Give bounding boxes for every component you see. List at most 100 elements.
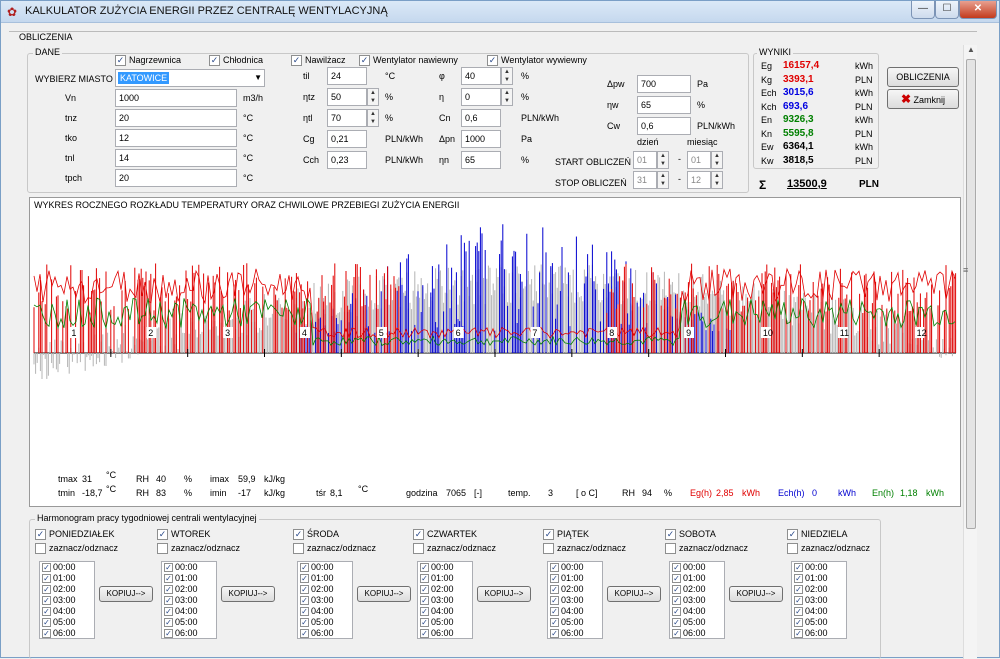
hour-item[interactable]: ✓ 04:00	[162, 606, 216, 617]
hour-item[interactable]: ✓ 05:00	[162, 617, 216, 628]
hour-list-6[interactable]: ✓ 00:00 ✓ 01:00 ✓ 02:00 ✓ 03:00 ✓ 04:00 ✓ 05:00 ✓ 06:…	[791, 561, 847, 639]
stop-day-field[interactable]: 31	[633, 171, 657, 189]
day-toggle-6[interactable]: zaznacz/odznacz	[787, 542, 870, 555]
col1-field-2[interactable]: 12	[115, 129, 237, 147]
nawilzacz-checkbox[interactable]: ✓ Nawilżacz	[291, 54, 346, 67]
hour-list-4[interactable]: ✓ 00:00 ✓ 01:00 ✓ 02:00 ✓ 03:00 ✓ 04:00 ✓ 05:00 ✓ 06:…	[547, 561, 603, 639]
col3-field-4[interactable]: 65	[461, 151, 501, 169]
stop-month-field[interactable]: 12	[687, 171, 711, 189]
hour-item[interactable]: ✓ 04:00	[418, 606, 472, 617]
hour-item[interactable]: ✓ 03:00	[298, 595, 352, 606]
hour-item[interactable]: ✓ 00:00	[792, 562, 846, 573]
hour-item[interactable]: ✓ 02:00	[418, 584, 472, 595]
col1-field-4[interactable]: 20	[115, 169, 237, 187]
nagrzewnica-checkbox[interactable]: ✓ Nagrzewnica	[115, 54, 181, 67]
col3-field-3[interactable]: 1000	[461, 130, 501, 148]
day-checkbox-4[interactable]: ✓ PIĄTEK	[543, 528, 589, 541]
hour-list-0[interactable]: ✓ 00:00 ✓ 01:00 ✓ 02:00 ✓ 03:00 ✓ 04:00 ✓ 05:00 ✓ 06:…	[39, 561, 95, 639]
scrollbar-thumb[interactable]	[966, 59, 976, 529]
hour-item[interactable]: ✓ 01:00	[418, 573, 472, 584]
hour-item[interactable]: ✓ 06:00	[548, 628, 602, 638]
start-month-field[interactable]: 01	[687, 151, 711, 169]
hour-list-3[interactable]: ✓ 00:00 ✓ 01:00 ✓ 02:00 ✓ 03:00 ✓ 04:00 ✓ 05:00 ✓ 06:…	[417, 561, 473, 639]
col1-field-1[interactable]: 20	[115, 109, 237, 127]
hour-item[interactable]: ✓ 01:00	[298, 573, 352, 584]
col2-field-0[interactable]: 24	[327, 67, 367, 85]
hour-item[interactable]: ✓ 01:00	[792, 573, 846, 584]
col3-field-1[interactable]: 0	[461, 88, 501, 106]
hour-item[interactable]: ✓ 02:00	[40, 584, 94, 595]
hour-item[interactable]: ✓ 03:00	[792, 595, 846, 606]
hour-item[interactable]: ✓ 00:00	[162, 562, 216, 573]
calculate-button[interactable]: OBLICZENIA	[887, 67, 959, 87]
hour-item[interactable]: ✓ 06:00	[792, 628, 846, 638]
col3-field-2[interactable]: 0,6	[461, 109, 501, 127]
col2-field-3[interactable]: 0,21	[327, 130, 367, 148]
hour-list-5[interactable]: ✓ 00:00 ✓ 01:00 ✓ 02:00 ✓ 03:00 ✓ 04:00 ✓ 05:00 ✓ 06:…	[669, 561, 725, 639]
hour-item[interactable]: ✓ 00:00	[298, 562, 352, 573]
resize-grip-icon[interactable]: ≡	[963, 265, 973, 279]
hour-item[interactable]: ✓ 04:00	[298, 606, 352, 617]
col2-field-1[interactable]: 50	[327, 88, 367, 106]
hour-item[interactable]: ✓ 00:00	[418, 562, 472, 573]
col4-field-2[interactable]: 0,6	[637, 117, 691, 135]
copy-button-2[interactable]: KOPIUJ-->	[357, 586, 411, 602]
hour-item[interactable]: ✓ 05:00	[792, 617, 846, 628]
day-toggle-4[interactable]: zaznacz/odznacz	[543, 542, 626, 555]
hour-item[interactable]: ✓ 06:00	[418, 628, 472, 638]
hour-item[interactable]: ✓ 00:00	[40, 562, 94, 573]
copy-button-1[interactable]: KOPIUJ-->	[221, 586, 275, 602]
day-toggle-0[interactable]: zaznacz/odznacz	[35, 542, 118, 555]
hour-item[interactable]: ✓ 04:00	[40, 606, 94, 617]
hour-item[interactable]: ✓ 02:00	[792, 584, 846, 595]
hour-list-1[interactable]: ✓ 00:00 ✓ 01:00 ✓ 02:00 ✓ 03:00 ✓ 04:00 ✓ 05:00 ✓ 06:…	[161, 561, 217, 639]
col1-field-3[interactable]: 14	[115, 149, 237, 167]
col4-field-1[interactable]: 65	[637, 96, 691, 114]
start-month-spinner[interactable]: ▲ ▼	[711, 151, 723, 169]
wentylator-wywiewny-checkbox[interactable]: ✓ Wentylator wywiewny	[487, 54, 587, 67]
hour-item[interactable]: ✓ 01:00	[162, 573, 216, 584]
hour-item[interactable]: ✓ 06:00	[40, 628, 94, 638]
stop-month-spinner[interactable]: ▲ ▼	[711, 171, 723, 189]
copy-button-4[interactable]: KOPIUJ-->	[607, 586, 661, 602]
hour-item[interactable]: ✓ 02:00	[162, 584, 216, 595]
day-checkbox-6[interactable]: ✓ NIEDZIELA	[787, 528, 848, 541]
hour-item[interactable]: ✓ 02:00	[548, 584, 602, 595]
close-button[interactable]: ✖ Zamknij	[887, 89, 959, 109]
vertical-scrollbar[interactable]: ▲	[963, 45, 977, 659]
hour-item[interactable]: ✓ 03:00	[418, 595, 472, 606]
hour-item[interactable]: ✓ 03:00	[40, 595, 94, 606]
day-checkbox-2[interactable]: ✓ ŚRODA	[293, 528, 339, 541]
col2-spinner-1[interactable]: ▲ ▼	[367, 88, 379, 106]
hour-item[interactable]: ✓ 03:00	[162, 595, 216, 606]
hour-item[interactable]: ✓ 00:00	[670, 562, 724, 573]
day-checkbox-1[interactable]: ✓ WTOREK	[157, 528, 210, 541]
close-window-button[interactable]: ✕	[959, 1, 997, 19]
hour-item[interactable]: ✓ 04:00	[792, 606, 846, 617]
hour-item[interactable]: ✓ 05:00	[298, 617, 352, 628]
hour-item[interactable]: ✓ 01:00	[40, 573, 94, 584]
hour-item[interactable]: ✓ 03:00	[670, 595, 724, 606]
col2-field-2[interactable]: 70	[327, 109, 367, 127]
hour-item[interactable]: ✓ 05:00	[40, 617, 94, 628]
copy-button-3[interactable]: KOPIUJ-->	[477, 586, 531, 602]
hour-item[interactable]: ✓ 06:00	[670, 628, 724, 638]
hour-list-2[interactable]: ✓ 00:00 ✓ 01:00 ✓ 02:00 ✓ 03:00 ✓ 04:00 ✓ 05:00 ✓ 06:…	[297, 561, 353, 639]
day-toggle-2[interactable]: zaznacz/odznacz	[293, 542, 376, 555]
col4-field-0[interactable]: 700	[637, 75, 691, 93]
tab-obliczenia[interactable]: OBLICZENIA	[17, 32, 75, 42]
col3-spinner-0[interactable]: ▲ ▼	[501, 67, 513, 85]
copy-button-0[interactable]: KOPIUJ-->	[99, 586, 153, 602]
copy-button-5[interactable]: KOPIUJ-->	[729, 586, 783, 602]
city-select[interactable]: KATOWICE ▼	[115, 69, 265, 87]
col2-spinner-2[interactable]: ▲ ▼	[367, 109, 379, 127]
day-checkbox-5[interactable]: ✓ SOBOTA	[665, 528, 716, 541]
day-toggle-1[interactable]: zaznacz/odznacz	[157, 542, 240, 555]
scroll-up-icon[interactable]: ▲	[964, 45, 978, 57]
wentylator-nawiewny-checkbox[interactable]: ✓ Wentylator nawiewny	[359, 54, 458, 67]
hour-item[interactable]: ✓ 04:00	[548, 606, 602, 617]
hour-item[interactable]: ✓ 03:00	[548, 595, 602, 606]
hour-item[interactable]: ✓ 05:00	[670, 617, 724, 628]
hour-item[interactable]: ✓ 05:00	[548, 617, 602, 628]
hour-item[interactable]: ✓ 00:00	[548, 562, 602, 573]
